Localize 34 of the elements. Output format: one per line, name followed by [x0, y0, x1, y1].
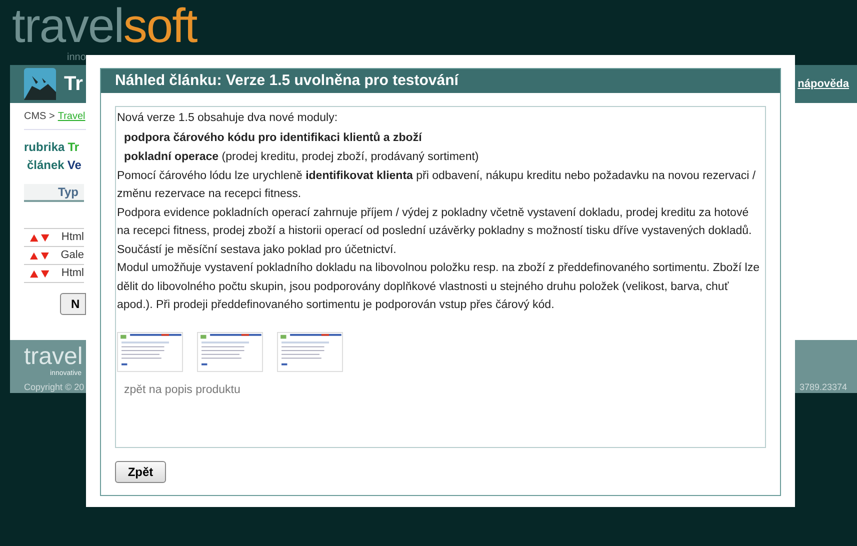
field-value: Ve	[67, 157, 82, 174]
help-link[interactable]: nápověda	[798, 76, 849, 92]
logo-tagline: inno	[67, 52, 86, 64]
phone-text: 3789.23374	[799, 381, 847, 394]
dialog-title: Náhled článku: Verze 1.5 uvolněna pro testování	[101, 69, 780, 93]
module-item: podpora čárového kódu pro identifikaci klientů a zboží	[123, 130, 423, 146]
header-title: Tr	[64, 72, 83, 97]
down-arrow-icon[interactable]	[41, 270, 50, 278]
table-cell-text: Html	[61, 266, 84, 282]
page-button[interactable]: N	[60, 293, 86, 315]
paragraph: Pomocí čárového lódu lze urychleně identifikovat klienta při odbavení, nákupu kreditu nebo požadavku na novou rezervaci / změnu rezervace na recepci fitness.	[117, 168, 757, 202]
table-cell-text: Html	[61, 230, 84, 246]
paragraph: Podpora evidence pokladních operací zahrnuje příjem / výdej z pokladny včetně vystavení dokladu, prodej kreditu za hotové na recepci fitness, prodej zboží a historii operací od poslední uzávěrky pokladny s možností tisku dříve vystavených dokladů. Součástí je měsíční sestava jako poklad pro účetnictví.	[117, 206, 753, 258]
down-arrow-icon[interactable]	[40, 252, 49, 260]
field-label: rubrika	[24, 139, 65, 156]
field-label: článek	[27, 157, 64, 174]
logo-text: travel	[12, 0, 124, 53]
footer-logo: travel	[24, 344, 83, 370]
bird-logo-icon	[24, 68, 56, 100]
logo-text: soft	[123, 0, 197, 53]
breadcrumb-text: CMS >	[24, 110, 55, 124]
intro-text: Nová verze 1.5 obsahuje dva nové moduly:	[117, 111, 339, 126]
copyright-text: Copyright © 20	[24, 381, 84, 394]
up-arrow-icon[interactable]	[30, 270, 38, 278]
table-cell-text: Gale	[60, 248, 84, 264]
table-header: Typ	[24, 184, 84, 202]
back-button[interactable]: Zpět	[115, 461, 166, 483]
up-arrow-icon[interactable]	[30, 252, 38, 260]
field-value: Tr	[68, 139, 80, 156]
down-arrow-icon[interactable]	[41, 234, 50, 242]
paragraph: Modul umožňuje vystavení pokladního dokladu na libovolnou položku resp. na zboží z předdefinovaného sortimentu. Zboží lze dělit do libovolného počtu skupin, jsou podporovány doplňkové vlastnosti u stejného druhu položek (velikost, barva, chuť apod.). Při prodeji předdefinovaného sortimentu je podporován vstup přes čárový kód.	[117, 261, 760, 313]
back-link[interactable]: zpět na popis produktu	[124, 380, 240, 399]
up-arrow-icon[interactable]	[30, 234, 38, 242]
module-item: pokladní operace (prodej kreditu, prodej zboží, prodávaný sortiment)	[123, 150, 480, 165]
